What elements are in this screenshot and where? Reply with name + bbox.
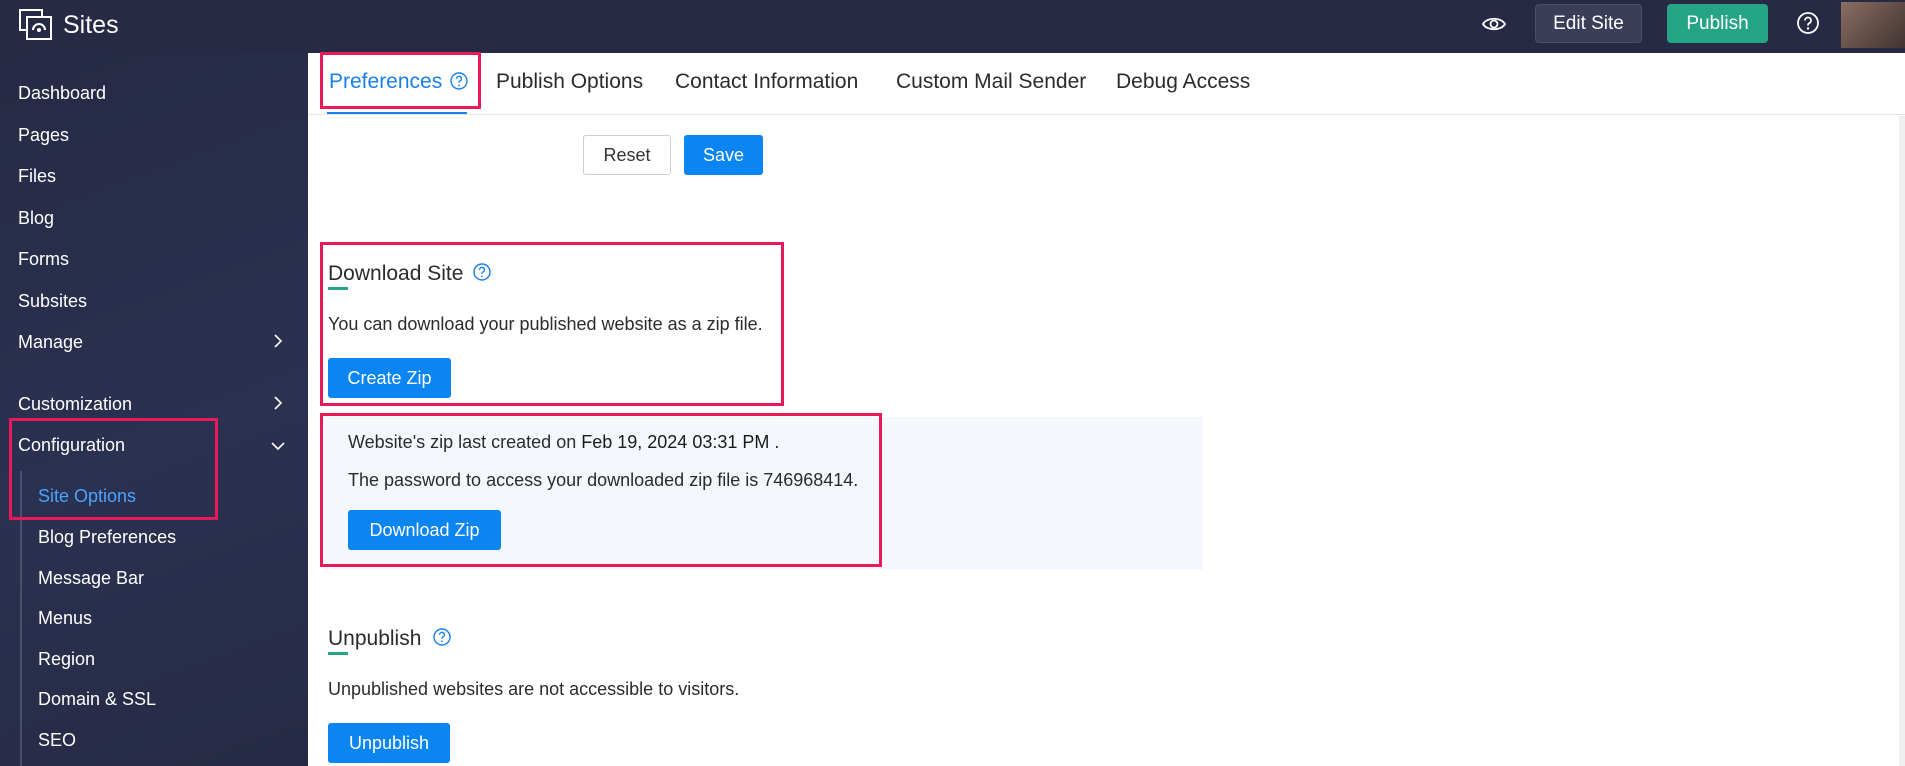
create-zip-button[interactable]: Create Zip xyxy=(328,358,451,398)
zip-password-text: The password to access your downloaded z… xyxy=(348,470,859,490)
section-underline xyxy=(328,652,348,655)
sidebar-item-menus[interactable]: Menus xyxy=(38,608,92,629)
help-circle-icon[interactable] xyxy=(1795,10,1821,36)
download-site-description: You can download your published website … xyxy=(328,314,763,334)
sidebar-item-region[interactable]: Region xyxy=(38,649,95,670)
sidebar-item-pages[interactable]: Pages xyxy=(18,125,69,146)
chevron-right-icon xyxy=(274,334,283,348)
scrollbar[interactable] xyxy=(1899,116,1905,766)
sidebar-item-site-options[interactable]: Site Options xyxy=(38,486,136,507)
sidebar-item-message-bar[interactable]: Message Bar xyxy=(38,568,144,589)
sidebar-item-manage[interactable]: Manage xyxy=(18,332,83,353)
reset-button[interactable]: Reset xyxy=(583,135,671,175)
submenu-rail xyxy=(20,471,22,766)
publish-button[interactable]: Publish xyxy=(1667,4,1768,43)
active-tab-indicator xyxy=(327,112,467,114)
zip-last-created-suffix: . xyxy=(774,432,780,452)
sidebar-item-subsites[interactable]: Subsites xyxy=(18,291,87,312)
unpublish-button[interactable]: Unpublish xyxy=(328,723,450,763)
edit-site-button[interactable]: Edit Site xyxy=(1535,4,1642,43)
tab-preferences[interactable]: Preferences xyxy=(329,70,442,94)
chevron-down-icon xyxy=(271,442,285,451)
sidebar-item-blog[interactable]: Blog xyxy=(18,208,54,229)
unpublish-title: Unpublish xyxy=(328,627,422,650)
eye-icon[interactable] xyxy=(1481,13,1507,35)
zip-last-created-prefix: Website's zip last created on xyxy=(348,432,577,452)
sidebar-item-dashboard[interactable]: Dashboard xyxy=(18,83,106,104)
tab-debug-access[interactable]: Debug Access xyxy=(1116,70,1250,94)
chevron-right-icon xyxy=(274,396,283,410)
zip-last-created-text: Website's zip last created on Feb 19, 20… xyxy=(348,432,779,453)
help-circle-icon[interactable] xyxy=(472,262,492,282)
help-circle-icon[interactable] xyxy=(432,627,452,647)
avatar[interactable] xyxy=(1841,2,1905,48)
sidebar-item-customization[interactable]: Customization xyxy=(18,394,132,415)
sidebar-item-files[interactable]: Files xyxy=(18,166,56,187)
tab-custom-mail-sender[interactable]: Custom Mail Sender xyxy=(896,70,1086,94)
download-site-title: Download Site xyxy=(328,262,464,285)
tab-bar: Preferences Publish Options Contact Info… xyxy=(308,53,1905,115)
sites-logo-icon xyxy=(19,9,52,40)
unpublish-description: Unpublished websites are not accessible … xyxy=(328,679,740,699)
sidebar-item-configuration[interactable]: Configuration xyxy=(18,435,125,456)
top-bar: Sites Edit Site Publish xyxy=(0,0,1905,53)
zip-last-created-date: Feb 19, 2024 03:31 PM xyxy=(581,432,770,452)
tab-contact-information[interactable]: Contact Information xyxy=(675,70,858,94)
sidebar-item-seo[interactable]: SEO xyxy=(38,730,76,751)
tab-publish-options[interactable]: Publish Options xyxy=(496,70,643,94)
app-title: Sites xyxy=(63,11,119,39)
save-button[interactable]: Save xyxy=(684,135,763,175)
sidebar: Dashboard Pages Files Blog Forms Subsite… xyxy=(0,53,308,766)
section-underline xyxy=(328,287,348,290)
sidebar-item-blog-preferences[interactable]: Blog Preferences xyxy=(38,527,176,548)
sidebar-item-forms[interactable]: Forms xyxy=(18,249,69,270)
download-zip-button[interactable]: Download Zip xyxy=(348,510,501,550)
sidebar-item-domain-ssl[interactable]: Domain & SSL xyxy=(38,689,156,710)
help-circle-icon[interactable] xyxy=(449,71,469,91)
